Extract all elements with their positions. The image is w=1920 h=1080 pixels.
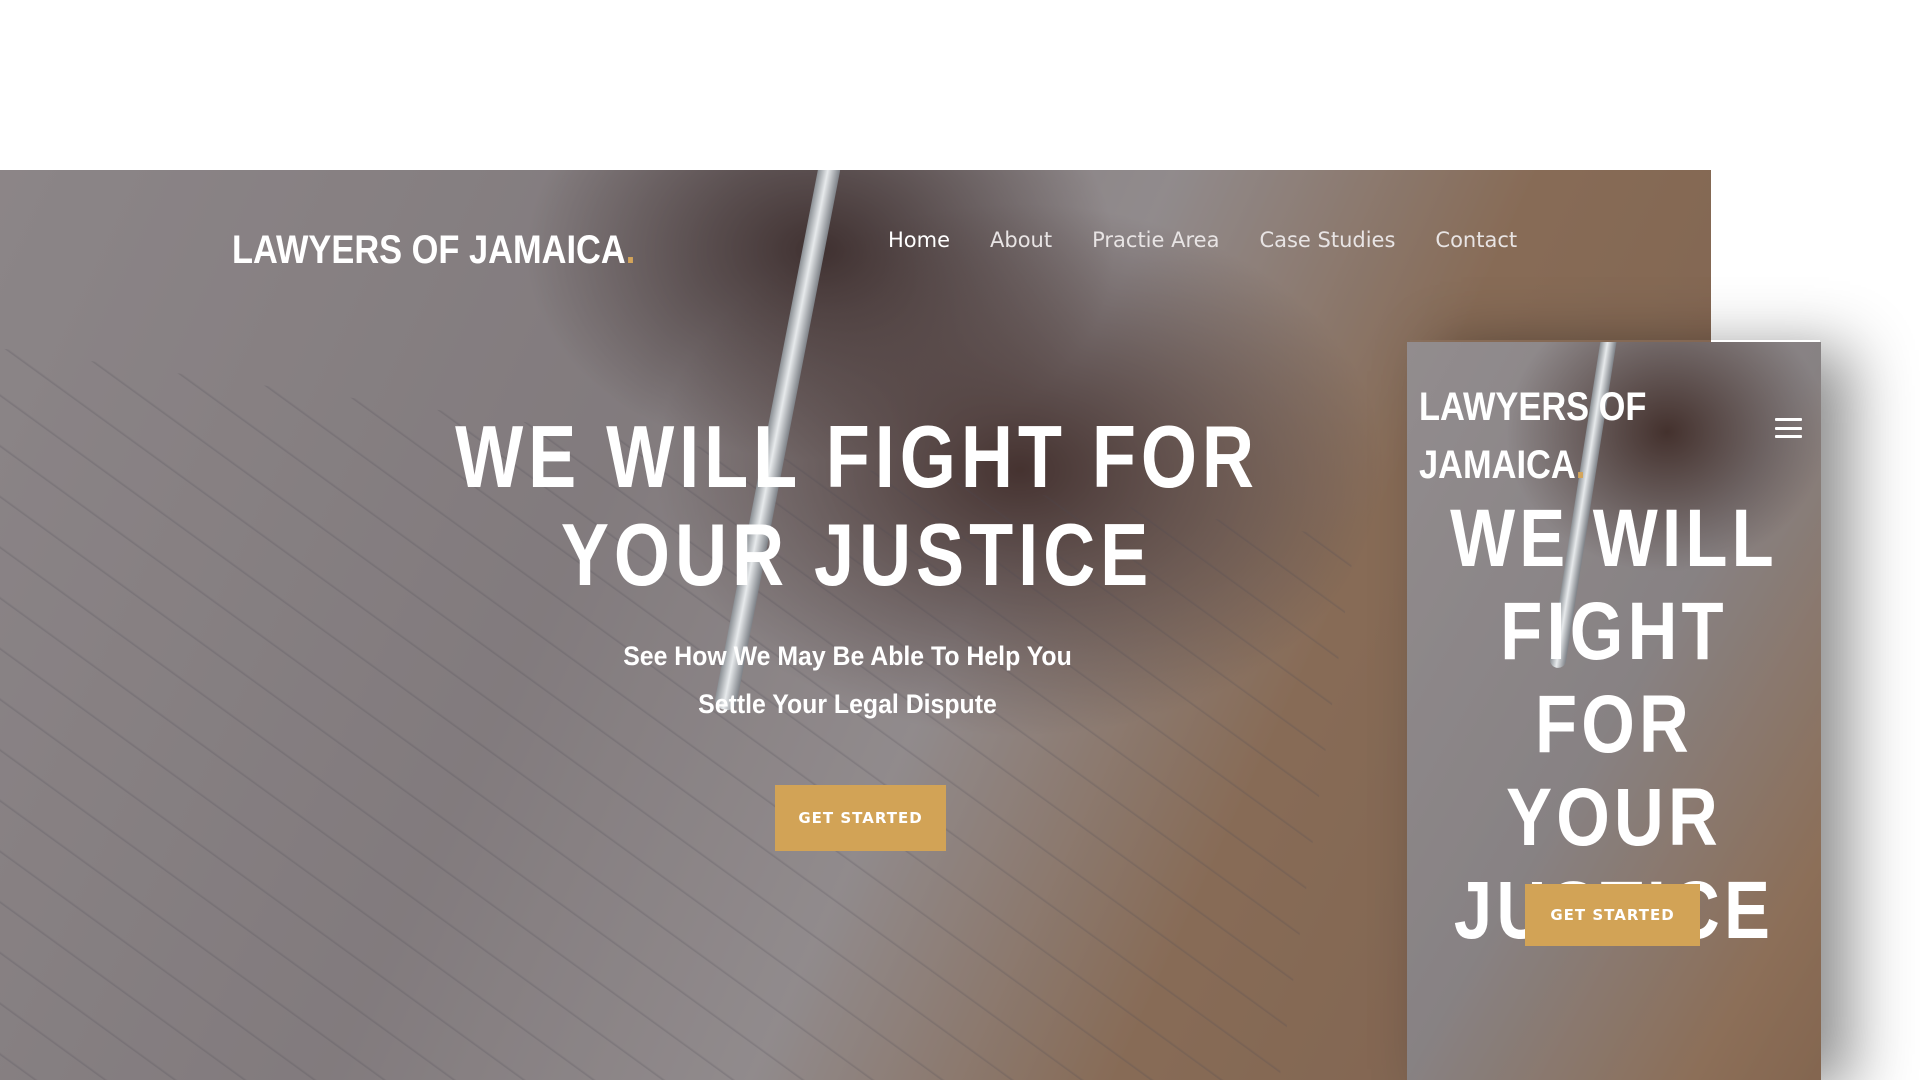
hero-title: WE WILL FIGHT FOR YOUR JUSTICE [152,408,1562,604]
mobile-hero: LAWYERS OF JAMAICA. WE WILL FIGHT FOR YO… [1407,342,1821,1080]
mobile-hero-title-line: YOUR [1506,772,1722,863]
mobile-logo-dot: . [1575,443,1586,487]
logo-dot: . [625,228,636,272]
nav-home[interactable]: Home [888,228,950,252]
mobile-hero-title-line: WE WILL [1450,493,1778,584]
mobile-get-started-button[interactable]: GET STARTED [1525,884,1700,946]
mobile-logo-line-2: JAMAICA. [1419,443,1586,487]
mobile-logo-line-1: LAWYERS OF [1419,385,1647,429]
nav-contact[interactable]: Contact [1435,228,1517,252]
hero-subtitle-line-2: Settle Your Legal Dispute [698,689,997,719]
mobile-mockup: LAWYERS OF JAMAICA. WE WILL FIGHT FOR YO… [1407,342,1821,1080]
hero-subtitle-line-1: See How We May Be Able To Help You [623,641,1072,671]
logo-text: LAWYERS OF JAMAICA [232,228,626,272]
hero-subtitle: See How We May Be Able To Help You Settl… [583,632,1112,728]
hero-title-line-1: WE WILL FIGHT FOR [455,407,1259,506]
hero-title-line-2: YOUR JUSTICE [560,505,1154,604]
mobile-hero-title-line: FIGHT FOR [1500,586,1728,770]
site-logo[interactable]: LAWYERS OF JAMAICA. [232,228,635,273]
main-nav: Home About Practie Area Case Studies Con… [888,228,1517,252]
get-started-button[interactable]: GET STARTED [775,785,946,851]
nav-case-studies[interactable]: Case Studies [1259,228,1395,252]
nav-about[interactable]: About [990,228,1052,252]
mobile-site-logo[interactable]: LAWYERS OF JAMAICA. [1419,378,1677,494]
nav-practice-area[interactable]: Practie Area [1092,228,1219,252]
hamburger-menu-icon[interactable] [1775,418,1802,438]
